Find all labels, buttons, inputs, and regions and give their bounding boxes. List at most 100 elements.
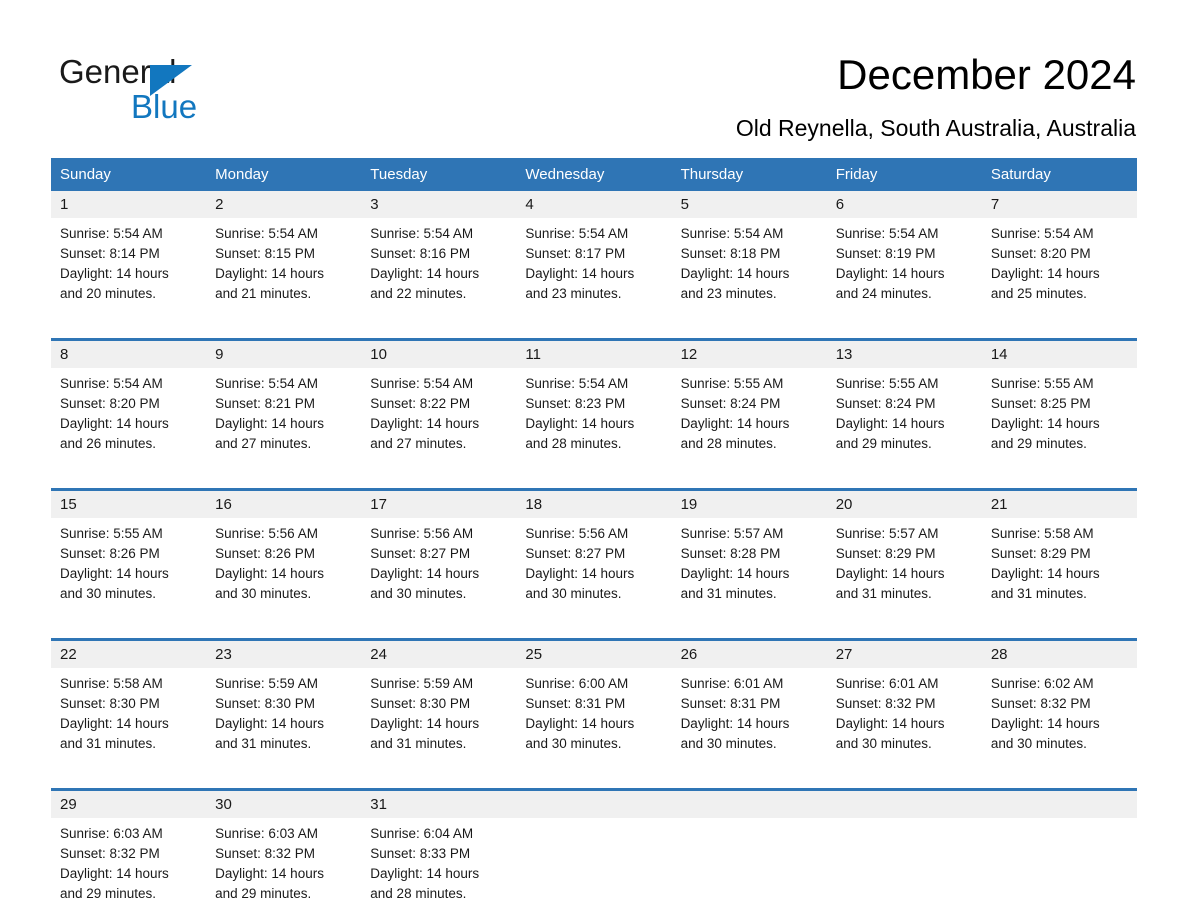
week-info-row: Sunrise: 5:54 AM Sunset: 8:20 PM Daylight:… bbox=[51, 368, 1137, 471]
daylight-text-line2: and 28 minutes. bbox=[680, 436, 777, 451]
daylight-text-line1: Daylight: 14 hours bbox=[680, 716, 790, 731]
daylight-text-line1: Daylight: 14 hours bbox=[835, 566, 945, 581]
day-info-cell[interactable]: Sunrise: 5:54 AM Sunset: 8:17 PM Daylight:… bbox=[516, 218, 672, 321]
day-number-cell[interactable]: 20 bbox=[826, 491, 982, 518]
day-info-cell[interactable]: Sunrise: 5:57 AM Sunset: 8:28 PM Daylight:… bbox=[671, 518, 827, 621]
day-info-cell[interactable]: Sunrise: 5:54 AM Sunset: 8:20 PM Daylight:… bbox=[51, 368, 207, 471]
week-daynumbers-row: 1 2 3 4 5 6 7 bbox=[51, 191, 1137, 218]
daylight-text-line1: Daylight: 14 hours bbox=[990, 566, 1100, 581]
day-info-cell[interactable]: Sunrise: 5:55 AM Sunset: 8:24 PM Daylight:… bbox=[671, 368, 827, 471]
day-number-cell[interactable]: 11 bbox=[516, 341, 672, 368]
day-info-cell[interactable]: Sunrise: 5:59 AM Sunset: 8:30 PM Daylight:… bbox=[206, 668, 362, 771]
day-info-cell[interactable]: Sunrise: 5:54 AM Sunset: 8:14 PM Daylight:… bbox=[51, 218, 207, 321]
daylight-text-line2: and 23 minutes. bbox=[525, 286, 622, 301]
weekday-header-saturday: Saturday bbox=[981, 158, 1137, 191]
sunset-text: Sunset: 8:16 PM bbox=[370, 246, 471, 261]
day-info-cell[interactable]: Sunrise: 5:58 AM Sunset: 8:29 PM Daylight:… bbox=[981, 518, 1137, 621]
daylight-text-line2: and 27 minutes. bbox=[370, 436, 467, 451]
day-info-cell[interactable]: Sunrise: 6:02 AM Sunset: 8:32 PM Daylight:… bbox=[981, 668, 1137, 771]
day-info-cell[interactable]: Sunrise: 5:54 AM Sunset: 8:20 PM Daylight:… bbox=[981, 218, 1137, 321]
day-info-cell[interactable]: Sunrise: 5:54 AM Sunset: 8:19 PM Daylight:… bbox=[826, 218, 982, 321]
day-number-cell[interactable]: 4 bbox=[516, 191, 672, 218]
day-number-cell[interactable]: 21 bbox=[981, 491, 1137, 518]
day-info-cell[interactable]: Sunrise: 6:03 AM Sunset: 8:32 PM Daylight:… bbox=[51, 818, 207, 921]
day-number-cell[interactable]: 14 bbox=[981, 341, 1137, 368]
day-number-cell[interactable]: 31 bbox=[361, 791, 517, 818]
day-number-cell-empty bbox=[826, 791, 982, 818]
day-number-cell[interactable]: 28 bbox=[981, 641, 1137, 668]
day-number-cell[interactable]: 29 bbox=[51, 791, 207, 818]
day-number-cell[interactable]: 7 bbox=[981, 191, 1137, 218]
day-number-cell[interactable]: 22 bbox=[51, 641, 207, 668]
day-info-cell[interactable]: Sunrise: 5:54 AM Sunset: 8:15 PM Daylight:… bbox=[206, 218, 362, 321]
sunset-text: Sunset: 8:23 PM bbox=[525, 396, 626, 411]
day-number-cell[interactable]: 6 bbox=[826, 191, 982, 218]
day-info-cell[interactable]: Sunrise: 5:54 AM Sunset: 8:16 PM Daylight:… bbox=[361, 218, 517, 321]
day-number-cell[interactable]: 12 bbox=[671, 341, 827, 368]
daylight-text-line2: and 23 minutes. bbox=[680, 286, 777, 301]
day-info-cell[interactable]: Sunrise: 5:58 AM Sunset: 8:30 PM Daylight:… bbox=[51, 668, 207, 771]
day-info-cell[interactable]: Sunrise: 5:54 AM Sunset: 8:21 PM Daylight:… bbox=[206, 368, 362, 471]
day-number-cell[interactable]: 23 bbox=[206, 641, 362, 668]
day-number-cell[interactable]: 1 bbox=[51, 191, 207, 218]
week-info-row: Sunrise: 5:55 AM Sunset: 8:26 PM Daylight:… bbox=[51, 518, 1137, 621]
daylight-text-line1: Daylight: 14 hours bbox=[215, 566, 324, 581]
day-number-cell[interactable]: 19 bbox=[671, 491, 827, 518]
day-number-cell[interactable]: 5 bbox=[671, 191, 827, 218]
sunset-text: Sunset: 8:24 PM bbox=[835, 396, 936, 411]
sunrise-text: Sunrise: 5:56 AM bbox=[370, 526, 474, 541]
weekday-header-thursday: Thursday bbox=[671, 158, 827, 191]
sunset-text: Sunset: 8:27 PM bbox=[370, 546, 471, 561]
daylight-text-line1: Daylight: 14 hours bbox=[60, 866, 169, 881]
sunrise-text: Sunrise: 5:55 AM bbox=[835, 376, 939, 391]
day-number-cell[interactable]: 3 bbox=[361, 191, 517, 218]
daylight-text-line1: Daylight: 14 hours bbox=[525, 566, 635, 581]
day-info-cell[interactable]: Sunrise: 5:56 AM Sunset: 8:27 PM Daylight:… bbox=[516, 518, 672, 621]
day-number-cell[interactable]: 17 bbox=[361, 491, 517, 518]
sunset-text: Sunset: 8:31 PM bbox=[680, 696, 781, 711]
day-info-cell[interactable]: Sunrise: 5:55 AM Sunset: 8:25 PM Daylight:… bbox=[981, 368, 1137, 471]
day-number-cell[interactable]: 27 bbox=[826, 641, 982, 668]
day-number-cell[interactable]: 25 bbox=[516, 641, 672, 668]
day-info-cell[interactable]: Sunrise: 5:54 AM Sunset: 8:23 PM Daylight:… bbox=[516, 368, 672, 471]
day-info-cell[interactable]: Sunrise: 5:56 AM Sunset: 8:26 PM Daylight:… bbox=[206, 518, 362, 621]
daylight-text-line1: Daylight: 14 hours bbox=[60, 566, 169, 581]
daylight-text-line2: and 31 minutes. bbox=[680, 586, 777, 601]
sunrise-text: Sunrise: 6:03 AM bbox=[60, 826, 163, 841]
day-number-cell[interactable]: 24 bbox=[361, 641, 517, 668]
day-number-cell[interactable]: 15 bbox=[51, 491, 207, 518]
sunset-text: Sunset: 8:20 PM bbox=[60, 396, 160, 411]
day-info-cell[interactable]: Sunrise: 5:56 AM Sunset: 8:27 PM Daylight:… bbox=[361, 518, 517, 621]
day-info-cell[interactable]: Sunrise: 5:54 AM Sunset: 8:18 PM Daylight:… bbox=[671, 218, 827, 321]
day-info-cell[interactable]: Sunrise: 6:00 AM Sunset: 8:31 PM Daylight:… bbox=[516, 668, 672, 771]
day-info-cell[interactable]: Sunrise: 6:01 AM Sunset: 8:32 PM Daylight:… bbox=[826, 668, 982, 771]
week-gap bbox=[51, 621, 1137, 638]
day-info-cell[interactable]: Sunrise: 5:57 AM Sunset: 8:29 PM Daylight:… bbox=[826, 518, 982, 621]
daylight-text-line2: and 30 minutes. bbox=[835, 736, 932, 751]
day-info-cell[interactable]: Sunrise: 5:54 AM Sunset: 8:22 PM Daylight:… bbox=[361, 368, 517, 471]
day-info-cell[interactable]: Sunrise: 5:55 AM Sunset: 8:26 PM Daylight:… bbox=[51, 518, 207, 621]
day-info-cell[interactable]: Sunrise: 6:01 AM Sunset: 8:31 PM Daylight:… bbox=[671, 668, 827, 771]
day-info-cell[interactable]: Sunrise: 6:04 AM Sunset: 8:33 PM Daylight:… bbox=[361, 818, 517, 921]
daylight-text-line2: and 28 minutes. bbox=[525, 436, 622, 451]
day-number-cell[interactable]: 10 bbox=[361, 341, 517, 368]
daylight-text-line1: Daylight: 14 hours bbox=[990, 416, 1100, 431]
day-number-cell[interactable]: 2 bbox=[206, 191, 362, 218]
day-number-cell[interactable]: 9 bbox=[206, 341, 362, 368]
day-number-cell[interactable]: 18 bbox=[516, 491, 672, 518]
daylight-text-line1: Daylight: 14 hours bbox=[525, 266, 635, 281]
sunset-text: Sunset: 8:30 PM bbox=[370, 696, 471, 711]
day-info-cell[interactable]: Sunrise: 6:03 AM Sunset: 8:32 PM Daylight:… bbox=[206, 818, 362, 921]
day-info-cell[interactable]: Sunrise: 5:59 AM Sunset: 8:30 PM Daylight:… bbox=[361, 668, 517, 771]
sunset-text: Sunset: 8:14 PM bbox=[60, 246, 160, 261]
weekday-header-sunday: Sunday bbox=[51, 158, 207, 191]
daylight-text-line1: Daylight: 14 hours bbox=[835, 416, 945, 431]
sunrise-text: Sunrise: 6:03 AM bbox=[215, 826, 318, 841]
day-number-cell[interactable]: 8 bbox=[51, 341, 207, 368]
day-number-cell[interactable]: 13 bbox=[826, 341, 982, 368]
daylight-text-line2: and 30 minutes. bbox=[990, 736, 1087, 751]
day-number-cell[interactable]: 30 bbox=[206, 791, 362, 818]
day-number-cell[interactable]: 26 bbox=[671, 641, 827, 668]
day-number-cell[interactable]: 16 bbox=[206, 491, 362, 518]
day-info-cell[interactable]: Sunrise: 5:55 AM Sunset: 8:24 PM Daylight:… bbox=[826, 368, 982, 471]
